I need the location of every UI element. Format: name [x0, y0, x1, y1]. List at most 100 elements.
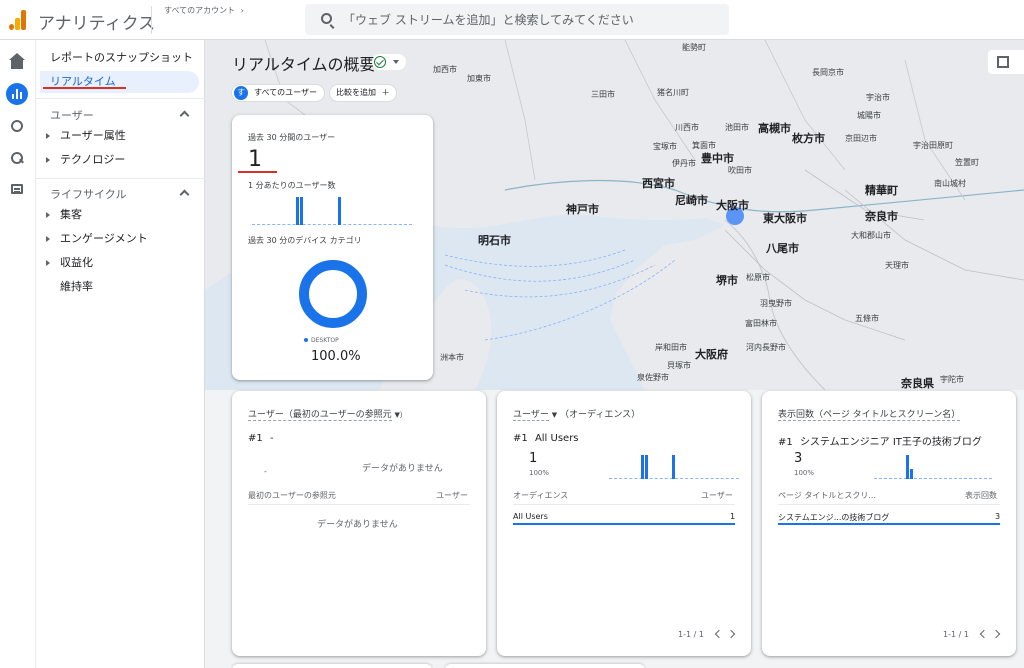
expand-arrow-icon[interactable] — [46, 133, 50, 139]
first-user-source-card: ユーザー（最初のユーザーの参照元 ▼） #1 - - データがありません 最初の… — [232, 391, 486, 656]
row-value-bar — [513, 523, 735, 525]
rank-number: #1 — [513, 433, 528, 444]
expand-arrow-icon[interactable] — [46, 260, 50, 266]
map-label: 五條市 — [855, 314, 879, 323]
fullscreen-icon — [997, 56, 1009, 68]
section-user-header[interactable]: ユーザー — [50, 107, 94, 123]
chart-bar — [906, 455, 909, 479]
nav-user-attributes[interactable]: ユーザー属性 — [60, 126, 126, 146]
map-label-major: 堺市 — [716, 274, 738, 287]
all-users-chip[interactable]: す すべてのユーザー — [231, 84, 325, 102]
realtime-users-card: 過去 30 分間のユーザー 1 1 分あたりのユーザー数 過去 30 分のデバイ… — [232, 115, 433, 380]
chevron-left-icon[interactable] — [714, 629, 724, 639]
col-header-users[interactable]: ユーザー — [436, 490, 468, 501]
map-label-major: 西宮市 — [642, 177, 675, 190]
map-label: 貝塚市 — [667, 361, 691, 370]
nav-acquisition[interactable]: 集客 — [60, 205, 82, 225]
rank-value: - — [269, 433, 274, 444]
chevron-up-icon[interactable] — [179, 189, 190, 200]
table-row-name[interactable]: システムエンジ...の技術ブログ — [778, 512, 889, 523]
add-comparison-button[interactable]: 比較を追加 ＋ — [329, 84, 397, 102]
card-title-dropdown[interactable]: ユーザー ▼ （オーディエンス） — [513, 407, 640, 421]
device-legend-label: DESKTOP — [311, 337, 339, 344]
configure-button[interactable] — [6, 178, 28, 200]
table-row-name[interactable]: All Users — [513, 512, 548, 521]
per-minute-bar-chart — [252, 195, 412, 225]
card-title-prefix: ユーザー — [513, 410, 549, 421]
map-label: 笠置町 — [955, 158, 979, 167]
map-label-major: 大阪府 — [695, 348, 728, 361]
chevron-right-icon[interactable] — [726, 629, 736, 639]
status-dropdown[interactable] — [372, 54, 406, 70]
card-title: 表示回数（ページ タイトルとスクリーン名） — [778, 410, 961, 421]
card-title-dropdown[interactable]: 表示回数（ページ タイトルとスクリーン名） — [778, 407, 961, 421]
expand-arrow-icon[interactable] — [46, 212, 50, 218]
app-title[interactable]: アナリティクス — [38, 9, 155, 34]
pagination-label: 1-1 / 1 — [678, 630, 704, 639]
audience-percent: 100% — [529, 469, 550, 477]
map-label: 富田林市 — [745, 319, 777, 328]
map-label: 能勢町 — [682, 43, 706, 52]
search-input[interactable] — [343, 4, 723, 35]
divider — [513, 504, 735, 505]
section-lifecycle-header[interactable]: ライフサイクル — [50, 186, 126, 202]
nav-retention[interactable]: 維持率 — [60, 277, 93, 297]
map-label: 伊丹市 — [672, 159, 696, 168]
expand-arrow-icon[interactable] — [46, 236, 50, 242]
map-label-major: 奈良県 — [901, 377, 934, 390]
map-label: 加西市 — [433, 65, 457, 74]
chevron-right-icon: › — [240, 6, 244, 15]
card-title-dropdown[interactable]: ユーザー（最初のユーザーの参照元 ▼） — [248, 407, 407, 421]
left-rail — [0, 40, 36, 668]
nav-engagement[interactable]: エンゲージメント — [60, 229, 148, 249]
divider — [778, 504, 1000, 505]
nav-monetization[interactable]: 収益化 — [60, 253, 93, 273]
map-label: 長岡京市 — [812, 68, 844, 77]
nav-realtime[interactable]: リアルタイム — [40, 71, 199, 93]
value-underline-annotation — [238, 171, 277, 173]
map-label: 京田辺市 — [845, 134, 877, 143]
fullscreen-button[interactable] — [988, 50, 1024, 74]
map-label: 宇陀市 — [940, 375, 964, 384]
nav-snapshot[interactable]: レポートのスナップショット — [50, 47, 193, 69]
chevron-up-icon[interactable] — [179, 110, 190, 121]
advertising-button[interactable] — [6, 147, 28, 169]
users-30min-label: 過去 30 分間のユーザー — [248, 133, 336, 142]
col-header-source[interactable]: 最初のユーザーの参照元 — [248, 490, 336, 501]
device-donut-chart[interactable] — [299, 260, 367, 328]
analytics-logo-icon[interactable] — [9, 10, 27, 30]
reports-button[interactable] — [6, 83, 28, 105]
account-label[interactable]: すべてのアカウント — [164, 6, 235, 15]
card-stub — [445, 664, 645, 668]
col-header-users[interactable]: ユーザー — [701, 490, 733, 501]
chart-bar — [296, 197, 299, 225]
card-stub — [232, 664, 432, 668]
rank-row: #1 All Users — [513, 433, 579, 444]
chevron-left-icon[interactable] — [979, 629, 989, 639]
map-label-major: 豊中市 — [701, 152, 734, 165]
col-header-audience[interactable]: オーディエンス — [513, 490, 568, 501]
map-label-major: 精華町 — [865, 184, 898, 197]
legend-dot — [304, 338, 308, 342]
chart-bar — [672, 455, 675, 479]
chevron-right-icon[interactable] — [991, 629, 1001, 639]
page-views-card: 表示回数（ページ タイトルとスクリーン名） #1 システムエンジニア IT王子の… — [762, 391, 1016, 656]
device-percent: 100.0% — [311, 349, 361, 364]
nav-technology[interactable]: テクノロジー — [60, 150, 125, 170]
col-header-views[interactable]: 表示回数 — [965, 490, 997, 501]
map-label: 天理市 — [885, 261, 909, 270]
explore-button[interactable] — [6, 115, 28, 137]
account-selector[interactable]: すべてのアカウント › — [164, 5, 244, 16]
search-box[interactable] — [305, 4, 729, 35]
map-label: 川西市 — [675, 123, 699, 132]
col-header-page-title[interactable]: ページ タイトルとスクリ... — [778, 490, 876, 501]
check-circle-icon — [374, 56, 386, 68]
rank-number: #1 — [778, 437, 793, 448]
home-button[interactable] — [6, 53, 28, 75]
expand-arrow-icon[interactable] — [46, 157, 50, 163]
top-bar: アナリティクス すべてのアカウント › — [0, 0, 1024, 40]
map-label-major: 八尾市 — [766, 242, 799, 255]
audience-card: ユーザー ▼ （オーディエンス） #1 All Users 1 100% オーデ… — [497, 391, 751, 656]
caret-down-icon: ▼） — [394, 411, 407, 419]
map-label: 池田市 — [725, 123, 749, 132]
